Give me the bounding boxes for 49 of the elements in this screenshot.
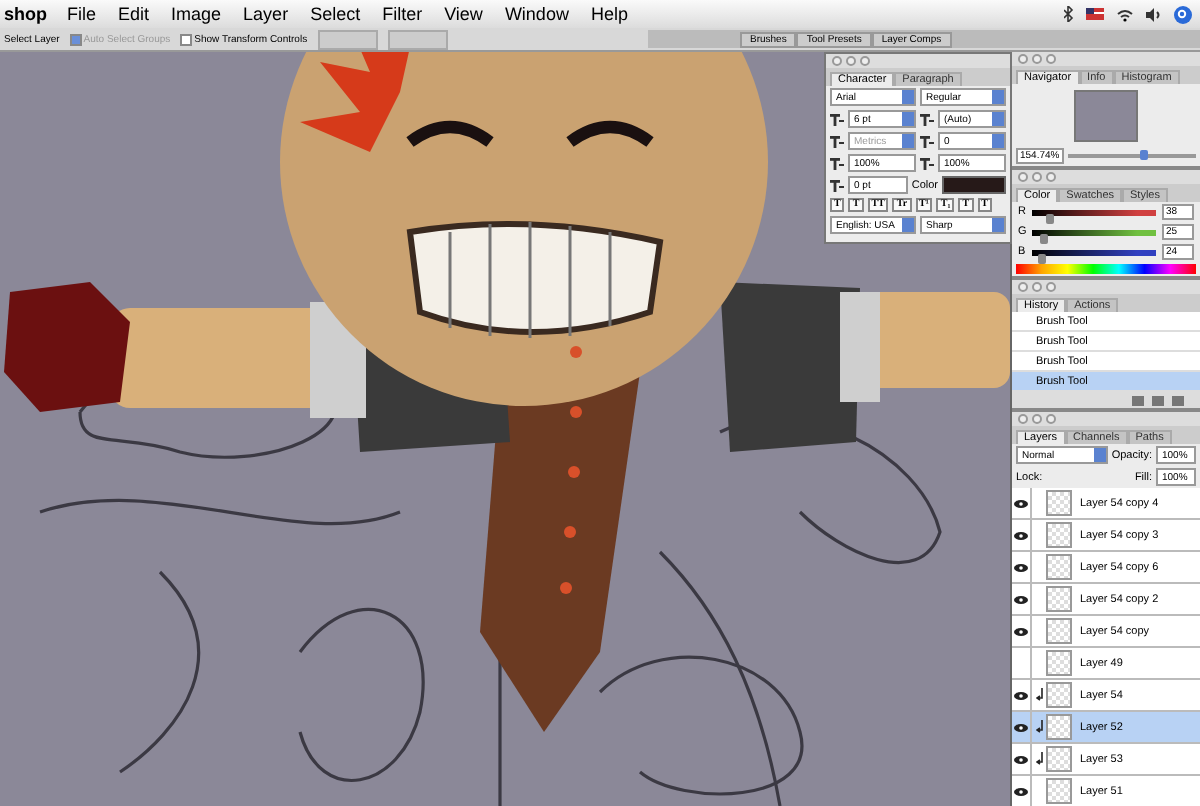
menu-item[interactable]: Filter bbox=[380, 4, 425, 24]
layer-thumbnail bbox=[1046, 714, 1072, 740]
app-name: shop bbox=[4, 4, 47, 24]
eye-icon[interactable] bbox=[1014, 691, 1028, 699]
layer-thumbnail bbox=[1046, 650, 1072, 676]
color-swatch[interactable] bbox=[942, 176, 1006, 194]
eye-icon[interactable] bbox=[1014, 755, 1028, 763]
slider-thumb[interactable] bbox=[1038, 253, 1047, 263]
bluetooth-icon[interactable] bbox=[1064, 6, 1074, 22]
layer-thumbnail bbox=[1046, 682, 1072, 708]
tracking-icon bbox=[920, 135, 934, 147]
menu-item[interactable]: File bbox=[65, 4, 99, 24]
eye-icon[interactable] bbox=[1014, 531, 1028, 539]
baseline-icon bbox=[830, 179, 844, 191]
vertical-scale-icon bbox=[830, 157, 844, 169]
layer-thumbnail bbox=[1046, 554, 1072, 580]
horizontal-scale-icon bbox=[920, 157, 934, 169]
flag-icon[interactable] bbox=[1086, 8, 1104, 20]
eye-icon[interactable] bbox=[1014, 787, 1028, 795]
color-spectrum[interactable] bbox=[1016, 264, 1196, 274]
kerning-icon bbox=[830, 135, 844, 147]
navigator-preview bbox=[1074, 90, 1138, 142]
layer-thumbnail bbox=[1046, 778, 1072, 804]
eye-icon[interactable] bbox=[1014, 563, 1028, 571]
search-icon[interactable] bbox=[1174, 5, 1192, 23]
layer-thumbnail bbox=[1046, 522, 1072, 548]
wifi-icon[interactable] bbox=[1116, 7, 1134, 21]
slider-thumb[interactable] bbox=[1046, 213, 1055, 223]
menu-item[interactable]: Window bbox=[502, 4, 571, 24]
menu-item[interactable]: Image bbox=[169, 4, 224, 24]
speaker-icon[interactable] bbox=[1146, 7, 1162, 21]
menu-item[interactable]: Edit bbox=[116, 4, 152, 24]
menu-item[interactable]: Select bbox=[308, 4, 363, 24]
size-icon bbox=[830, 113, 844, 125]
menu-item[interactable]: Layer bbox=[241, 4, 291, 24]
eye-icon[interactable] bbox=[1014, 499, 1028, 507]
eye-icon[interactable] bbox=[1014, 723, 1028, 731]
menu-item[interactable]: Help bbox=[588, 4, 630, 24]
leading-icon bbox=[920, 113, 934, 125]
eye-icon[interactable] bbox=[1014, 595, 1028, 603]
layer-thumbnail bbox=[1046, 618, 1072, 644]
layer-thumbnail bbox=[1046, 586, 1072, 612]
layer-thumbnail bbox=[1046, 746, 1072, 772]
checkbox[interactable] bbox=[180, 33, 193, 45]
slider-thumb[interactable] bbox=[1040, 233, 1049, 243]
menu-item[interactable]: View bbox=[442, 4, 485, 24]
zoom-slider[interactable] bbox=[1140, 150, 1149, 160]
eye-icon[interactable] bbox=[1014, 627, 1028, 635]
layer-thumbnail bbox=[1046, 490, 1072, 516]
